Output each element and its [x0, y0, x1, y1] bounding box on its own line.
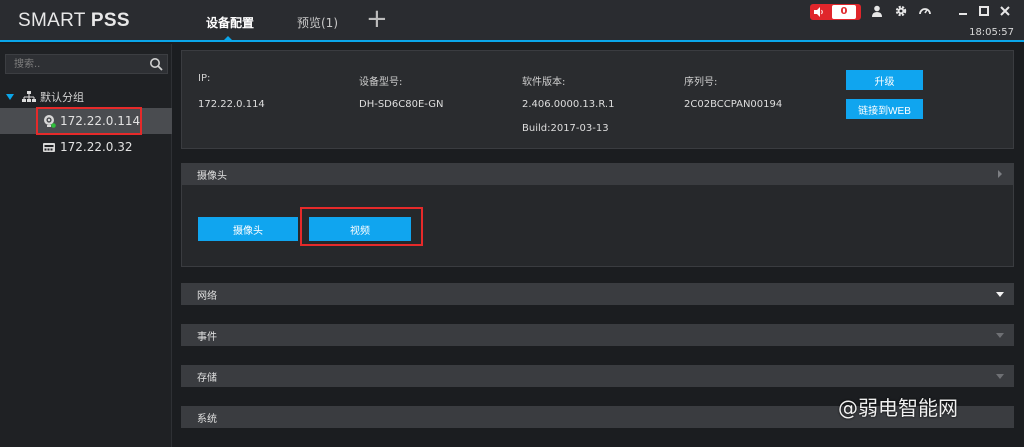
section-header-network[interactable]: 网络 — [181, 283, 1014, 305]
software-label: 软件版本: — [522, 77, 566, 88]
section-title-camera: 摄像头 — [197, 171, 227, 182]
serial-label: 序列号: — [684, 77, 718, 88]
maximize-icon[interactable] — [977, 4, 991, 18]
speaker-icon — [814, 7, 823, 17]
build-value: Build:2017-03-13 — [522, 123, 609, 134]
alarm-count: 0 — [832, 5, 856, 19]
title-bar: SMART PSS 设备配置 预览(1) + 0 18:05:57 — [0, 0, 1024, 42]
clock: 18:05:57 — [969, 27, 1014, 38]
chevron-down-icon — [996, 292, 1004, 297]
search-box — [5, 54, 168, 74]
gauge-icon[interactable] — [918, 4, 932, 18]
section-title-system: 系统 — [197, 414, 217, 425]
minimize-icon[interactable] — [956, 4, 970, 18]
software-value: 2.406.0000.13.R.1 — [522, 99, 615, 110]
tree-group-default[interactable]: 默认分组 — [6, 89, 84, 105]
tab-device-config[interactable]: 设备配置 — [206, 14, 254, 31]
main-content: IP: 172.22.0.114 设备型号: DH-SD6C80E-GN 软件版… — [181, 44, 1017, 447]
add-tab-button[interactable]: + — [366, 6, 388, 32]
section-title-storage: 存储 — [197, 373, 217, 384]
section-header-storage[interactable]: 存储 — [181, 365, 1014, 387]
serial-value: 2C02BCCPAN00194 — [684, 99, 783, 110]
search-input[interactable] — [6, 55, 146, 73]
ip-value: 172.22.0.114 — [198, 99, 265, 110]
link-to-web-button[interactable]: 链接到WEB — [846, 99, 923, 119]
annotation-highlight-device — [36, 107, 142, 135]
section-title-event: 事件 — [197, 332, 217, 343]
app-logo: SMART PSS — [18, 10, 130, 31]
section-header-event[interactable]: 事件 — [181, 324, 1014, 346]
watermark: @弱电智能网 — [838, 396, 958, 420]
model-label: 设备型号: — [359, 77, 403, 88]
group-tree-icon — [22, 91, 36, 102]
chevron-down-icon — [996, 374, 1004, 379]
expand-caret-icon[interactable] — [6, 94, 14, 100]
user-icon[interactable] — [870, 4, 884, 18]
tree-group-label: 默认分组 — [40, 91, 84, 104]
chevron-right-icon — [998, 170, 1002, 178]
alarm-indicator[interactable]: 0 — [810, 4, 861, 20]
search-icon[interactable] — [149, 57, 163, 71]
device-label: 172.22.0.32 — [60, 140, 133, 154]
active-tab-indicator — [223, 36, 233, 41]
section-title-network: 网络 — [197, 291, 217, 302]
section-header-camera[interactable]: 摄像头 — [181, 163, 1014, 185]
upgrade-button[interactable]: 升级 — [846, 70, 923, 90]
ip-label: IP: — [198, 73, 211, 84]
gear-icon[interactable] — [894, 4, 908, 18]
chevron-down-icon — [996, 333, 1004, 338]
model-value: DH-SD6C80E-GN — [359, 99, 444, 110]
device-sidebar: 默认分组 172.22.0.114 172.22.0.32 — [0, 44, 172, 447]
close-icon[interactable] — [998, 4, 1012, 18]
annotation-highlight-video — [300, 207, 423, 246]
tab-preview[interactable]: 预览(1) — [297, 14, 338, 31]
device-info-panel: IP: 172.22.0.114 设备型号: DH-SD6C80E-GN 软件版… — [181, 50, 1014, 149]
device-item-172-22-0-32[interactable]: 172.22.0.32 — [0, 134, 172, 160]
nvr-device-icon — [43, 143, 55, 152]
camera-button[interactable]: 摄像头 — [198, 217, 298, 241]
